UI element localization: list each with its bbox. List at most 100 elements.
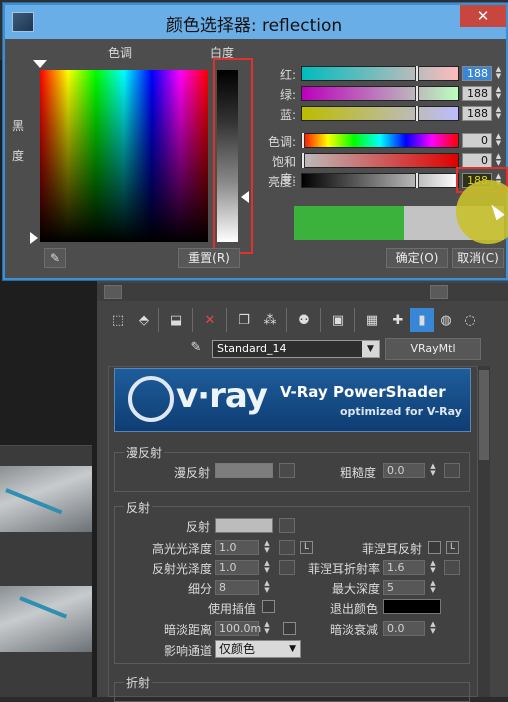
red-slider-label: 红: [279, 68, 296, 82]
put-to-library-icon[interactable]: ⚉ [292, 308, 316, 332]
diffuse-section-title: 漫反射 [124, 444, 165, 461]
hue-pointer-icon[interactable] [33, 60, 47, 68]
dim-distance-checkbox[interactable] [283, 622, 296, 635]
reflect-color-swatch[interactable] [215, 518, 273, 533]
hilight-gloss-label: 高光光泽度 [151, 542, 212, 556]
viewport-strip [0, 445, 92, 697]
green-slider-knob[interactable] [415, 86, 419, 101]
get-material-icon[interactable]: ⬚ [106, 308, 130, 332]
reset-button[interactable]: 重置(R) [178, 248, 240, 268]
hue-spinner[interactable]: ▲ ▼ [494, 133, 503, 148]
red-spinner[interactable]: ▲ ▼ [494, 66, 503, 81]
nav-left-button[interactable] [104, 285, 122, 299]
assign-material-icon[interactable]: ⬓ [164, 308, 188, 332]
fresnel-ior-label: 菲涅耳折射率 [307, 562, 380, 576]
hilight-lock-button[interactable]: L [300, 541, 313, 554]
green-slider-track[interactable] [301, 86, 459, 101]
diffuse-color-swatch[interactable] [215, 463, 273, 478]
hue-slider-knob[interactable] [301, 133, 305, 148]
blue-slider-track[interactable] [301, 106, 459, 121]
blue-value-field[interactable]: 188 [462, 106, 492, 121]
close-icon[interactable]: ✕ [460, 5, 506, 27]
go-forward-sibling-icon[interactable]: ◍ [434, 308, 458, 332]
max-depth-label: 最大深度 [331, 582, 380, 596]
subdivs-field[interactable]: 8 [215, 580, 259, 595]
diffuse-map-button[interactable] [279, 463, 295, 478]
cancel-button[interactable]: 取消(C) [452, 248, 504, 268]
exit-color-swatch[interactable] [383, 599, 441, 614]
hue-label: 色调 [108, 46, 133, 60]
hue-value-field[interactable]: 0 [462, 133, 492, 148]
roughness-map-button[interactable] [444, 463, 460, 478]
refraction-section-title: 折射 [124, 674, 153, 691]
delete-icon[interactable]: ✕ [198, 308, 222, 332]
fresnel-ior-spinner[interactable]: ▲ ▼ [428, 560, 438, 575]
refl-gloss-field[interactable]: 1.0 [215, 560, 259, 575]
material-id-icon[interactable]: ▣ [326, 308, 350, 332]
hue-blackness-picker[interactable] [40, 70, 208, 242]
chevron-down-icon[interactable]: ▼ [362, 341, 379, 357]
use-interp-checkbox[interactable] [262, 600, 275, 613]
vray-logo-icon [128, 376, 174, 422]
saturation-slider-track[interactable] [301, 153, 459, 168]
red-slider-track[interactable] [301, 66, 459, 81]
value-slider-track[interactable] [301, 173, 459, 188]
whiteness-highlight-box [213, 58, 253, 254]
vray-logo-text: v·ray [176, 376, 268, 416]
fresnel-label: 菲涅耳反射 [361, 542, 422, 556]
show-map-icon[interactable]: ▦ [360, 308, 384, 332]
scrollbar-thumb[interactable] [479, 370, 489, 460]
make-unique-icon[interactable]: ⁂ [258, 308, 282, 332]
green-spinner[interactable]: ▲ ▼ [494, 86, 503, 101]
pick-material-icon[interactable]: ◌ [458, 308, 482, 332]
ok-button[interactable]: 确定(O) [386, 248, 448, 268]
saturation-value-field[interactable]: 0 [462, 153, 492, 168]
dim-distance-field[interactable]: 100.0m [215, 621, 261, 636]
go-to-parent-icon[interactable]: ▮ [410, 308, 434, 332]
banner-title: V-Ray PowerShader [280, 383, 446, 401]
pick-from-object-icon[interactable]: ✎ [186, 340, 206, 358]
blue-slider-knob[interactable] [415, 106, 419, 121]
material-type-button[interactable]: VRayMtl [385, 338, 481, 360]
hilight-gloss-spinner[interactable]: ▲ ▼ [262, 540, 272, 555]
fresnel-lock-button[interactable]: L [446, 541, 459, 554]
copy-material-icon[interactable]: ❐ [232, 308, 256, 332]
green-value-field[interactable]: 188 [462, 86, 492, 101]
fresnel-ior-map-button[interactable] [444, 560, 460, 575]
max-depth-field[interactable]: 5 [383, 580, 425, 595]
dim-falloff-field[interactable]: 0.0 [383, 621, 425, 636]
blue-spinner[interactable]: ▲ ▼ [494, 106, 503, 121]
roughness-field[interactable]: 0.0 [383, 463, 425, 478]
subdivs-spinner[interactable]: ▲ ▼ [262, 580, 272, 595]
value-slider-knob[interactable] [415, 173, 419, 188]
dim-distance-spinner[interactable]: ▲ ▼ [262, 621, 272, 636]
material-name-field[interactable]: Standard_14 [212, 340, 380, 358]
hue-slider-track[interactable] [301, 133, 459, 148]
reflect-map-button[interactable] [279, 518, 295, 533]
saturation-spinner[interactable]: ▲ ▼ [494, 153, 503, 168]
nav-right-button[interactable] [430, 285, 448, 299]
dim-distance-label: 暗淡距离 [163, 623, 212, 637]
fresnel-ior-field[interactable]: 1.6 [383, 560, 425, 575]
toolbar-separator [158, 308, 159, 332]
roughness-spinner[interactable]: ▲ ▼ [428, 463, 438, 478]
hilight-gloss-map-button[interactable] [279, 540, 295, 555]
blue-slider-label: 蓝: [279, 108, 296, 122]
reflect-label: 反射 [185, 520, 210, 534]
put-to-scene-icon[interactable]: ⬘ [132, 308, 156, 332]
fresnel-checkbox[interactable] [428, 541, 441, 554]
affect-channels-dropdown[interactable]: 仅颜色 ▼ [215, 640, 301, 658]
cable-shape [19, 596, 68, 619]
max-depth-spinner[interactable]: ▲ ▼ [428, 580, 438, 595]
saturation-slider-knob[interactable] [301, 153, 305, 168]
refl-gloss-map-button[interactable] [279, 560, 295, 575]
dim-falloff-spinner[interactable]: ▲ ▼ [428, 621, 438, 636]
red-value-field[interactable]: 188 [462, 66, 492, 81]
hilight-gloss-field[interactable]: 1.0 [215, 540, 259, 555]
eyedropper-icon[interactable]: ✎ [44, 248, 66, 268]
refl-gloss-spinner[interactable]: ▲ ▼ [262, 560, 272, 575]
blackness-pointer-icon[interactable] [30, 232, 38, 244]
roughness-label: 粗糙度 [339, 466, 376, 480]
show-end-result-icon[interactable]: ✚ [386, 308, 410, 332]
red-slider-knob[interactable] [415, 66, 419, 81]
